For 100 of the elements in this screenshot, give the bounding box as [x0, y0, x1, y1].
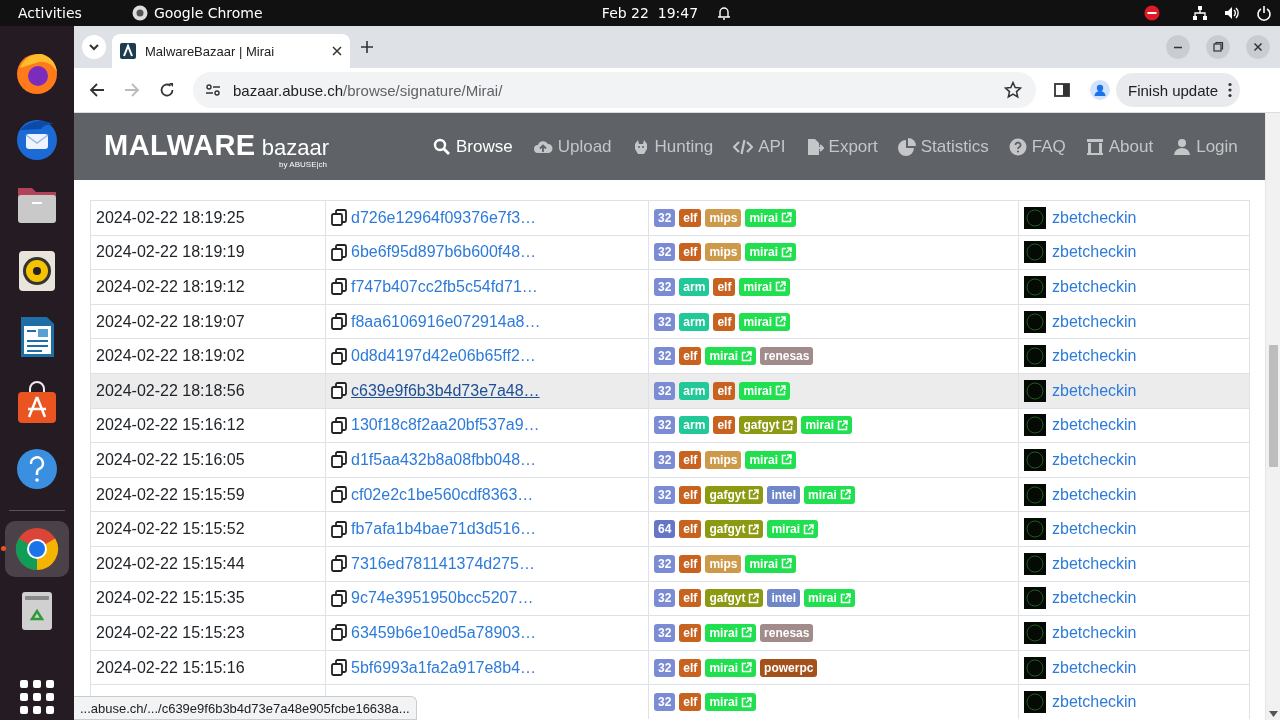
tag[interactable]: gafgyt: [705, 520, 764, 539]
plus-icon[interactable]: [360, 40, 374, 54]
reporter-link[interactable]: zbetcheckin: [1052, 589, 1137, 608]
copy-icon[interactable]: [331, 520, 347, 538]
tag[interactable]: elf: [679, 347, 702, 366]
tag[interactable]: 32: [654, 243, 676, 262]
nav-link[interactable]: Hunting: [631, 136, 714, 157]
reporter-link[interactable]: zbetcheckin: [1052, 208, 1137, 227]
tag[interactable]: 32: [654, 416, 676, 435]
tag[interactable]: elf: [679, 520, 702, 539]
reload-icon[interactable]: [159, 82, 175, 98]
tag[interactable]: 32: [654, 312, 676, 331]
hash-link[interactable]: f8aa6106916e072914a8…: [351, 312, 541, 331]
tag[interactable]: arm: [679, 416, 710, 435]
tag[interactable]: arm: [679, 381, 710, 400]
tag[interactable]: gafgyt: [705, 485, 764, 504]
tag[interactable]: elf: [679, 554, 702, 573]
tag[interactable]: 32: [654, 450, 676, 469]
tag[interactable]: 32: [654, 658, 676, 677]
nav-link[interactable]: About: [1085, 136, 1154, 157]
finish-update-button[interactable]: Finish update: [1116, 73, 1241, 107]
hash-link[interactable]: c639e9f6b3b4d73e7a48…: [351, 381, 540, 400]
tag[interactable]: powerpc: [760, 658, 818, 677]
tag[interactable]: elf: [713, 312, 736, 331]
tag[interactable]: elf: [713, 416, 736, 435]
hash-link[interactable]: 130f18c8f2aa20bf537a9…: [351, 416, 540, 435]
reporter-link[interactable]: zbetcheckin: [1052, 278, 1137, 296]
nav-link[interactable]: Export: [805, 136, 878, 157]
reporter-link[interactable]: zbetcheckin: [1052, 520, 1137, 539]
copy-icon[interactable]: [331, 243, 347, 261]
activities-button[interactable]: Activities: [18, 5, 82, 21]
side-panel-icon[interactable]: [1054, 82, 1070, 98]
close-icon[interactable]: [332, 46, 342, 56]
reporter-link[interactable]: zbetcheckin: [1052, 623, 1137, 642]
tag[interactable]: 32: [654, 208, 676, 227]
reporter-link[interactable]: zbetcheckin: [1052, 243, 1137, 262]
tag[interactable]: 32: [654, 693, 676, 712]
copy-icon[interactable]: [331, 624, 347, 642]
hash-link[interactable]: d726e12964f09376e7f3…: [351, 208, 537, 227]
logo-text[interactable]: MALWARE: [104, 128, 256, 162]
star-icon[interactable]: [1004, 81, 1022, 99]
copy-icon[interactable]: [331, 659, 347, 676]
tune-icon[interactable]: [205, 82, 221, 98]
reporter-link[interactable]: zbetcheckin: [1052, 658, 1137, 677]
reporter-link[interactable]: zbetcheckin: [1052, 693, 1137, 712]
scroll-down-icon[interactable]: [1269, 711, 1278, 717]
tag[interactable]: 32: [654, 589, 676, 608]
tag[interactable]: 64: [654, 520, 676, 539]
tag[interactable]: 32: [654, 623, 676, 642]
hash-link[interactable]: 7316ed781141374d275…: [351, 554, 535, 573]
copy-icon[interactable]: [331, 313, 347, 331]
reporter-link[interactable]: zbetcheckin: [1052, 416, 1137, 435]
tag[interactable]: intel: [767, 485, 801, 504]
tag[interactable]: 32: [654, 485, 676, 504]
tag[interactable]: 32: [654, 278, 676, 296]
tag[interactable]: arm: [679, 312, 710, 331]
copy-icon[interactable]: [331, 382, 347, 400]
address-field[interactable]: bazaar.abuse.ch/browse/signature/Mirai/: [193, 72, 1036, 108]
hash-link[interactable]: 63459b6e10ed5a78903…: [351, 623, 537, 642]
tag[interactable]: gafgyt: [739, 416, 798, 435]
tag[interactable]: elf: [679, 450, 702, 469]
nav-link[interactable]: Browse: [433, 136, 513, 157]
tag[interactable]: elf: [679, 485, 702, 504]
volume-icon[interactable]: [1224, 5, 1240, 21]
tag[interactable]: elf: [679, 243, 702, 262]
tag[interactable]: elf: [679, 589, 702, 608]
tag[interactable]: gafgyt: [705, 589, 764, 608]
copy-icon[interactable]: [331, 209, 347, 227]
blocked-icon[interactable]: [1144, 5, 1160, 21]
nav-link[interactable]: API: [733, 136, 786, 157]
hash-link[interactable]: f747b407cc2fb5c54fd71…: [351, 278, 538, 296]
tag[interactable]: elf: [679, 693, 702, 712]
reporter-link[interactable]: zbetcheckin: [1052, 312, 1137, 331]
copy-icon[interactable]: [331, 486, 347, 504]
tag[interactable]: elf: [713, 381, 736, 400]
hash-link[interactable]: 0d8d4197d42e06b65ff2…: [351, 347, 536, 366]
hash-link[interactable]: 6be6f95d897b6b600f48…: [351, 243, 537, 262]
tag[interactable]: mips: [705, 554, 742, 573]
copy-icon[interactable]: [331, 347, 347, 365]
tag[interactable]: renesas: [760, 347, 814, 366]
hash-link[interactable]: 5bf6993a1fa2a917e8b4…: [351, 658, 537, 677]
close-icon[interactable]: [1246, 35, 1270, 59]
copy-icon[interactable]: [331, 451, 347, 469]
nav-link[interactable]: Login: [1173, 136, 1238, 157]
logo-subtext[interactable]: bazaar: [261, 134, 329, 161]
hash-link[interactable]: fb7afa1b4bae71d3d516…: [351, 520, 537, 539]
tag[interactable]: 32: [654, 347, 676, 366]
dock-button[interactable]: [14, 446, 60, 492]
hash-link[interactable]: d1f5aa432b8a08fbb048…: [351, 450, 537, 469]
app-menu[interactable]: Google Chrome: [153, 5, 263, 21]
reporter-link[interactable]: zbetcheckin: [1052, 485, 1137, 504]
tag[interactable]: elf: [713, 278, 736, 296]
nav-link[interactable]: FAQ: [1008, 136, 1066, 157]
restore-icon[interactable]: [1206, 35, 1230, 59]
copy-icon[interactable]: [331, 589, 347, 607]
tag[interactable]: mips: [705, 450, 742, 469]
scrollbar-thumb[interactable]: [1269, 345, 1278, 467]
tag[interactable]: 32: [654, 381, 676, 400]
clock[interactable]: Feb 22 19:47: [601, 5, 699, 21]
tag[interactable]: 32: [654, 554, 676, 573]
